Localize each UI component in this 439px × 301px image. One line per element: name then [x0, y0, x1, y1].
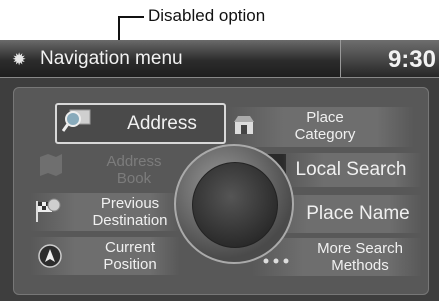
callout-leader-h — [118, 16, 144, 18]
title-bar: ✹ Navigation menu 9:30 — [0, 40, 439, 78]
gear-icon[interactable]: ✹ — [12, 51, 30, 69]
address-label: Address — [127, 113, 197, 134]
address-book-icon — [38, 153, 64, 182]
place-name-label: Place Name — [306, 203, 410, 224]
store-icon — [233, 114, 255, 141]
more-search-methods-label: More Search Methods — [317, 240, 403, 274]
disabled-option-callout: Disabled option — [148, 6, 266, 25]
address-book-label: Address Book — [106, 153, 162, 187]
previous-destination-label: Previous Destination — [92, 195, 168, 229]
dial-center — [192, 162, 278, 248]
screen-title: Navigation menu — [40, 48, 183, 69]
current-position-label: Current Position — [103, 239, 157, 273]
more-dots-icon — [262, 252, 290, 270]
clock: 9:30 — [387, 46, 436, 73]
clock-box: 9:30 — [340, 40, 439, 77]
local-search-label: Local Search — [295, 159, 407, 180]
place-category-label: Place Category — [294, 109, 356, 143]
interface-dial[interactable] — [174, 144, 294, 264]
checkered-flag-icon — [33, 197, 61, 228]
compass-arrow-icon — [37, 243, 63, 274]
magnifier-map-icon — [61, 108, 92, 139]
